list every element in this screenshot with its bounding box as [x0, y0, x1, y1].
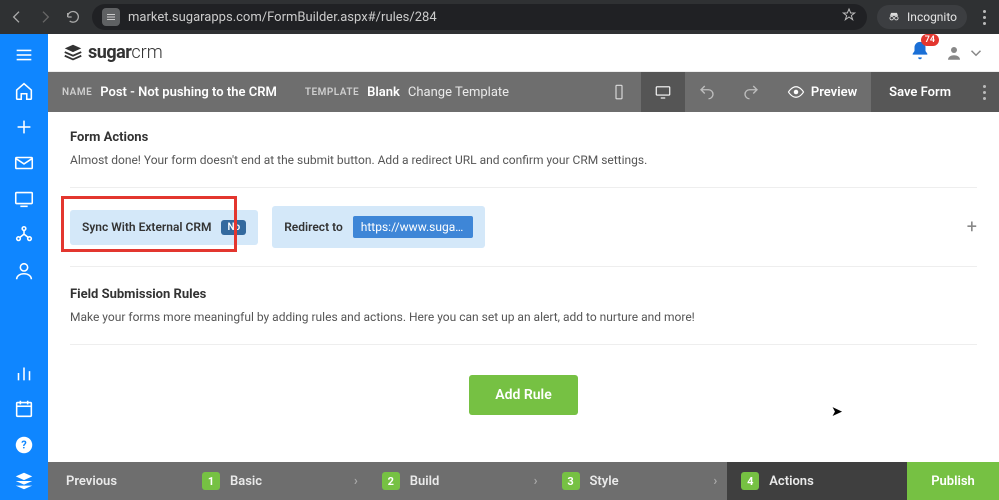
site-settings-icon[interactable]	[102, 8, 120, 26]
browser-menu-button[interactable]	[977, 10, 991, 25]
undo-button[interactable]	[685, 72, 729, 112]
plus-icon[interactable]	[13, 116, 35, 138]
save-form-button[interactable]: Save Form	[871, 72, 969, 112]
left-nav-rail: ?	[0, 34, 48, 500]
undo-icon	[698, 83, 716, 101]
chevron-down-icon	[967, 44, 985, 62]
more-actions-button[interactable]	[969, 72, 999, 112]
form-actions-title: Form Actions	[70, 130, 977, 145]
chevron-right-icon: ›	[354, 474, 358, 489]
form-name: Post - Not pushing to the CRM	[100, 85, 277, 100]
menu-icon[interactable]	[13, 44, 35, 66]
notifications-button[interactable]: 74	[909, 40, 931, 66]
mobile-icon	[610, 83, 628, 101]
preview-button[interactable]: Preview	[773, 72, 871, 112]
browser-back-button[interactable]	[8, 8, 26, 26]
mail-icon[interactable]	[13, 152, 35, 174]
incognito-badge[interactable]: Incognito	[877, 5, 967, 29]
form-actions-row: Sync With External CRM No Redirect to ht…	[70, 187, 977, 267]
app-header: sugarcrm 74	[48, 34, 999, 72]
user-menu[interactable]	[945, 44, 985, 62]
submission-rules-desc: Make your forms more meaningful by addin…	[70, 310, 977, 324]
mobile-view-button[interactable]	[597, 72, 641, 112]
browser-reload-button[interactable]	[64, 8, 82, 26]
wizard-step-style[interactable]: 3 Style ›	[548, 462, 728, 500]
chevron-right-icon: ›	[534, 474, 538, 489]
redo-button[interactable]	[729, 72, 773, 112]
add-action-button[interactable]: +	[967, 217, 977, 238]
stack-icon[interactable]	[13, 470, 35, 492]
brand-logo[interactable]: sugarcrm	[62, 42, 163, 64]
notification-badge: 74	[921, 34, 939, 46]
stats-icon[interactable]	[13, 362, 35, 384]
template-value: Blank	[367, 85, 400, 100]
workflow-icon[interactable]	[13, 224, 35, 246]
desktop-icon	[654, 83, 672, 101]
add-rule-button[interactable]: Add Rule	[469, 375, 577, 415]
redirect-url-value: https://www.sugarcrm.c...	[353, 216, 473, 238]
change-template-link[interactable]: Change Template	[408, 85, 509, 100]
submission-rules-title: Field Submission Rules	[70, 287, 977, 302]
svg-text:?: ?	[21, 439, 27, 452]
redirect-label: Redirect to	[284, 220, 343, 234]
publish-button[interactable]: Publish	[907, 462, 999, 500]
name-label: NAME	[62, 87, 92, 98]
content-area: Form Actions Almost done! Your form does…	[48, 112, 999, 462]
browser-forward-button[interactable]	[36, 8, 54, 26]
wizard-step-actions[interactable]: 4 Actions	[727, 462, 907, 500]
browser-chrome: market.sugarapps.com/FormBuilder.aspx#/r…	[0, 0, 999, 34]
sync-crm-label: Sync With External CRM	[82, 220, 211, 234]
eye-icon	[787, 83, 805, 101]
redo-icon	[742, 83, 760, 101]
help-icon[interactable]: ?	[13, 434, 35, 456]
browser-url-bar[interactable]: market.sugarapps.com/FormBuilder.aspx#/r…	[92, 4, 867, 30]
desktop-view-button[interactable]	[641, 72, 685, 112]
wizard-previous-button[interactable]: Previous	[48, 462, 188, 500]
wizard-footer: Previous 1 Basic › 2 Build › 3 Style › 4…	[48, 462, 999, 500]
chevron-right-icon: ›	[713, 474, 717, 489]
browser-url-text: market.sugarapps.com/FormBuilder.aspx#/r…	[128, 10, 833, 25]
template-label: TEMPLATE	[305, 87, 359, 98]
home-icon[interactable]	[13, 80, 35, 102]
sync-crm-chip[interactable]: Sync With External CRM No	[70, 210, 258, 245]
form-actions-desc: Almost done! Your form doesn't end at th…	[70, 153, 977, 167]
wizard-step-basic[interactable]: 1 Basic ›	[188, 462, 368, 500]
display-icon[interactable]	[13, 188, 35, 210]
user-icon	[945, 44, 963, 62]
redirect-chip[interactable]: Redirect to https://www.sugarcrm.c...	[272, 206, 485, 248]
person-icon[interactable]	[13, 260, 35, 282]
wizard-step-build[interactable]: 2 Build ›	[368, 462, 548, 500]
calendar-icon[interactable]	[13, 398, 35, 420]
bookmark-star-icon[interactable]	[841, 7, 857, 27]
form-subheader: NAME Post - Not pushing to the CRM TEMPL…	[48, 72, 999, 112]
sync-crm-state: No	[221, 220, 246, 235]
